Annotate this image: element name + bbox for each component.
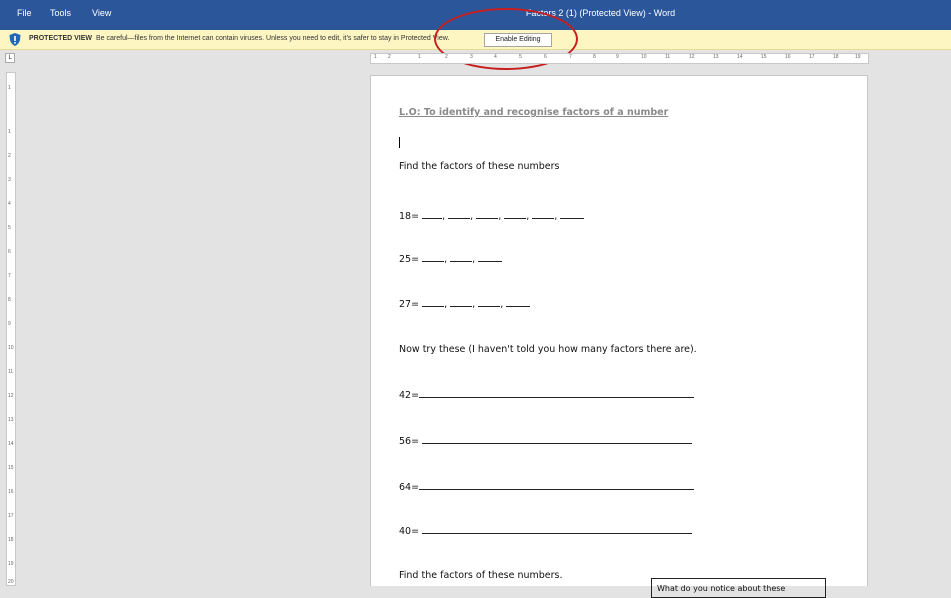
enable-editing-button[interactable]: Enable Editing — [484, 33, 552, 47]
answer-blank — [422, 298, 445, 307]
ruler-tick: 15 — [761, 54, 767, 60]
answer-line — [422, 435, 693, 444]
instruction-text: Find the factors of these numbers — [399, 161, 560, 172]
ruler-tick: 5 — [8, 225, 11, 231]
tab-selector[interactable]: L — [5, 53, 15, 63]
question-label: 64= — [399, 482, 420, 493]
protected-view-label: PROTECTED VIEW — [29, 35, 93, 42]
ruler-tick: 18 — [8, 537, 14, 543]
shield-icon — [9, 33, 21, 46]
answer-blank — [450, 253, 473, 262]
instruction-text: Find the factors of these numbers. — [399, 570, 563, 581]
question-25: 25= , , — [399, 253, 503, 265]
question-label: 56= — [399, 436, 420, 447]
ruler-tick: 4 — [8, 201, 11, 207]
ruler-tick: 14 — [8, 441, 14, 447]
question-40: 40= — [399, 525, 693, 537]
answer-blank — [532, 210, 555, 219]
question-42: 42= — [399, 389, 695, 401]
ruler-tick: 7 — [569, 54, 572, 60]
answer-line — [419, 389, 695, 398]
ruler-tick: 12 — [8, 393, 14, 399]
answer-blank — [560, 210, 585, 219]
ruler-tick: 8 — [593, 54, 596, 60]
ruler-tick: 3 — [470, 54, 473, 60]
answer-blank — [450, 298, 473, 307]
ruler-tick: 3 — [8, 177, 11, 183]
ruler-tick: 7 — [8, 273, 11, 279]
ruler-tick: 2 — [388, 54, 391, 60]
ruler-tick: 1 — [8, 129, 11, 135]
ruler-tick: 20 — [8, 579, 14, 585]
vertical-ruler[interactable]: 1 1 2 3 4 5 6 7 8 9 10 11 12 13 14 15 16… — [6, 72, 16, 586]
ruler-tick: 19 — [8, 561, 14, 567]
answer-blank — [504, 210, 527, 219]
ruler-tick: 17 — [8, 513, 14, 519]
question-label: 25= — [399, 254, 420, 265]
ruler-tick: 19 — [855, 54, 861, 60]
answer-blank — [506, 298, 531, 307]
question-label: 27= — [399, 299, 420, 310]
answer-line — [422, 525, 693, 534]
answer-line — [419, 481, 695, 490]
answer-blank — [422, 210, 443, 219]
ruler-tick: 16 — [785, 54, 791, 60]
ruler-tick: 10 — [8, 345, 14, 351]
ruler-tick: 2 — [8, 153, 11, 159]
learning-objective: L.O: To identify and recognise factors o… — [399, 107, 669, 118]
answer-blank — [476, 210, 499, 219]
answer-blank — [478, 298, 501, 307]
notice-text-box: What do you notice about these — [651, 578, 826, 598]
ruler-tick: 8 — [8, 297, 11, 303]
question-18: 18= , , , , , — [399, 210, 585, 222]
protected-view-bar: PROTECTED VIEW Be careful—files from the… — [0, 30, 951, 50]
ruler-tick: 12 — [689, 54, 695, 60]
horizontal-ruler[interactable]: 1 2 1 2 3 4 5 6 7 8 9 10 11 12 13 14 15 … — [370, 53, 869, 64]
text-cursor — [399, 137, 400, 148]
ruler-tick: 9 — [8, 321, 11, 327]
question-label: 42= — [399, 390, 420, 401]
question-56: 56= — [399, 435, 693, 447]
ruler-tick: 18 — [833, 54, 839, 60]
ruler-tick: 13 — [8, 417, 14, 423]
ruler-tick: 11 — [8, 369, 14, 375]
ruler-tick: 6 — [8, 249, 11, 255]
question-label: 18= — [399, 211, 420, 222]
ruler-tick: 1 — [8, 85, 11, 91]
ruler-tick: 1 — [374, 54, 377, 60]
answer-blank — [422, 253, 445, 262]
ruler-tick: 17 — [809, 54, 815, 60]
ruler-tick: 13 — [713, 54, 719, 60]
ruler-tick: 16 — [8, 489, 14, 495]
document-page[interactable]: L.O: To identify and recognise factors o… — [370, 75, 868, 598]
ruler-tick: 15 — [8, 465, 14, 471]
ruler-tick: 5 — [519, 54, 522, 60]
ruler-tick: 6 — [544, 54, 547, 60]
question-label: 40= — [399, 526, 420, 537]
answer-blank — [478, 253, 503, 262]
ruler-tick: 2 — [445, 54, 448, 60]
title-bar: File Tools View Factors 2 (1) (Protected… — [0, 0, 951, 30]
question-64: 64= — [399, 481, 695, 493]
ruler-tick: 14 — [737, 54, 743, 60]
ruler-tick: 11 — [665, 54, 671, 60]
answer-blank — [448, 210, 471, 219]
ruler-tick: 9 — [616, 54, 619, 60]
instruction-text: Now try these (I haven't told you how ma… — [399, 344, 697, 355]
ruler-tick: 4 — [494, 54, 497, 60]
window-title: Factors 2 (1) (Protected View) - Word — [525, 8, 676, 18]
question-27: 27= , , , — [399, 298, 531, 310]
protected-view-message: Be careful—files from the Internet can c… — [96, 35, 450, 42]
ruler-tick: 1 — [418, 54, 421, 60]
ruler-tick: 10 — [641, 54, 647, 60]
